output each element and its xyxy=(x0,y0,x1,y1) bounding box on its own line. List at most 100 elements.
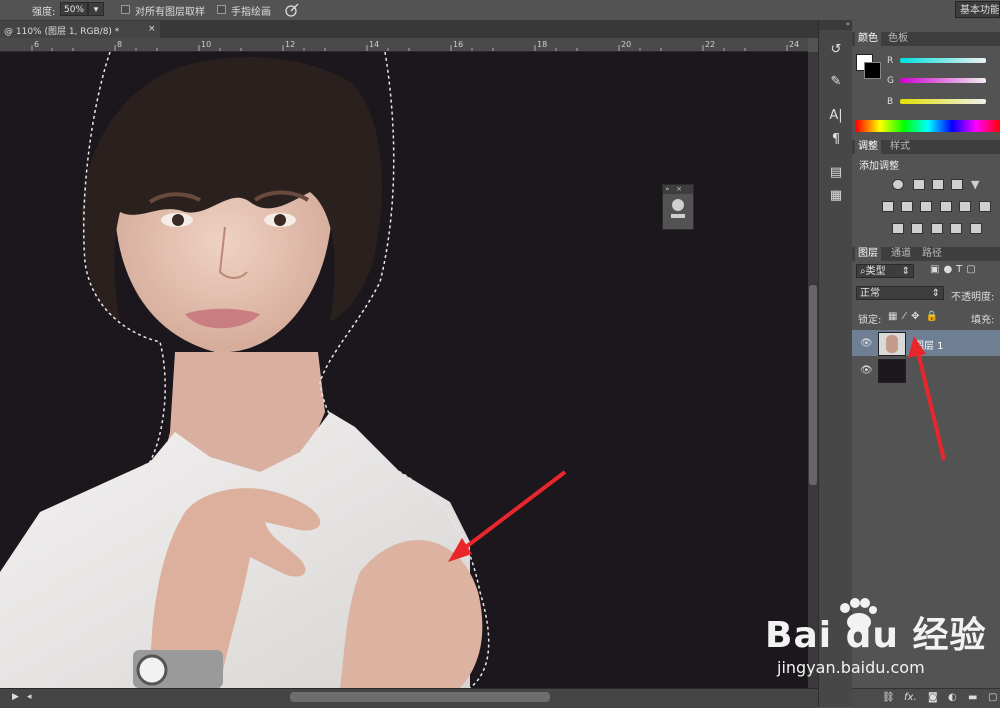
background-color-swatch[interactable] xyxy=(864,62,881,79)
watermark-url: jingyan.baidu.com xyxy=(777,658,925,677)
color-spectrum-bar[interactable] xyxy=(856,120,1000,132)
channel-r-slider[interactable] xyxy=(900,58,986,63)
strength-dropdown-button[interactable]: ▾ xyxy=(88,2,104,16)
fill-label: 填充: xyxy=(971,315,995,326)
strength-field[interactable]: 50% xyxy=(60,2,88,16)
ruler-tick-label: 12 xyxy=(285,40,296,49)
tab-channels[interactable]: 通道 xyxy=(888,247,914,261)
layer-filter-icons[interactable]: ▣●T▢ xyxy=(930,264,980,275)
new-layer-icon[interactable]: ▢ xyxy=(988,692,997,703)
layers-panel-footer: ⛓ fx. ◙ ◐ ▬ ▢ xyxy=(852,688,1000,708)
blend-mode-label: 正常 xyxy=(860,288,880,299)
adjustments-panel-tabs: 调整 样式 xyxy=(852,140,1000,154)
horizontal-scroll-thumb[interactable] xyxy=(290,692,550,702)
invert-icon[interactable] xyxy=(892,223,904,234)
document-tab-close-icon[interactable]: × xyxy=(148,24,156,34)
exposure-icon[interactable] xyxy=(951,179,963,190)
options-bar: 强度: 50% ▾ 对所有图层取样 手指绘画 基本功能 xyxy=(0,0,1000,21)
collapse-icon[interactable]: « xyxy=(819,20,853,30)
ruler-tick-label: 16 xyxy=(453,40,464,49)
tab-styles[interactable]: 样式 xyxy=(887,140,913,154)
sample-all-layers-label: 对所有图层取样 xyxy=(135,7,205,18)
finger-painting-checkbox[interactable] xyxy=(217,5,226,14)
workspace-button[interactable]: 基本功能 xyxy=(955,1,1000,18)
channel-mixer-icon[interactable] xyxy=(959,201,971,212)
color-balance-icon[interactable] xyxy=(901,201,913,212)
layer-filter-select[interactable]: ⌕类型 ⇕ xyxy=(856,264,914,278)
properties-icon[interactable]: ▤ xyxy=(826,163,846,183)
curves-icon[interactable] xyxy=(932,179,944,190)
levels-icon[interactable] xyxy=(913,179,925,190)
lock-icons[interactable]: ▦⁄✥🔒 xyxy=(888,311,944,322)
visibility-eye-icon[interactable]: 👁 xyxy=(860,338,873,349)
photo-filter-icon[interactable] xyxy=(940,201,952,212)
layers-panel-tabs: 图层 通道 路径 xyxy=(852,247,1000,261)
blend-mode-select[interactable]: 正常 ⇕ xyxy=(856,286,944,300)
color-lookup-icon[interactable] xyxy=(979,201,991,212)
notes-icon[interactable]: ▦ xyxy=(826,186,846,206)
visibility-eye-icon[interactable]: 👁 xyxy=(860,365,873,376)
tab-strip xyxy=(160,21,818,38)
hue-saturation-icon[interactable] xyxy=(882,201,894,212)
channel-b-label: B xyxy=(887,97,894,107)
layer-filter-label: 类型 xyxy=(865,266,886,277)
tool-presets-icon[interactable]: ✎ xyxy=(826,72,846,92)
tab-color[interactable]: 颜色 xyxy=(855,32,881,46)
channel-g-label: G xyxy=(887,76,894,86)
chevron-down-icon: ⇕ xyxy=(931,288,940,299)
paragraph-icon[interactable]: ¶ xyxy=(826,130,846,150)
tab-swatches[interactable]: 色板 xyxy=(885,32,911,46)
opacity-label: 不透明度: xyxy=(951,292,995,303)
ruler-tick-label: 8 xyxy=(117,40,123,49)
fx-icon[interactable]: fx. xyxy=(904,692,917,703)
selective-color-icon[interactable] xyxy=(950,223,962,234)
ruler-tick-label: 22 xyxy=(705,40,716,49)
document-canvas[interactable]: » × xyxy=(0,52,808,688)
threshold-icon[interactable] xyxy=(931,223,943,234)
vertical-scroll-thumb[interactable] xyxy=(809,285,817,485)
lock-label: 锁定: xyxy=(858,315,882,326)
tab-adjustments[interactable]: 调整 xyxy=(855,140,881,154)
channel-r-label: R xyxy=(887,56,894,66)
baidu-watermark: Bai du 经验 jingyan.baidu.com xyxy=(765,598,1000,683)
black-white-icon[interactable] xyxy=(920,201,932,212)
new-adjustment-icon[interactable]: ◐ xyxy=(948,692,957,703)
document-tab[interactable]: @ 110% (图层 1, RGB/8) * × xyxy=(0,21,161,38)
chevron-down-icon: ▾ xyxy=(93,5,99,15)
strength-label: 强度: xyxy=(32,7,56,18)
paw-logo-icon xyxy=(840,598,877,631)
ruler-tick-label: 24 xyxy=(789,40,800,49)
character-icon[interactable]: A| xyxy=(826,106,846,126)
tab-paths[interactable]: 路径 xyxy=(919,247,945,261)
scroll-left-icon[interactable]: ◂ xyxy=(27,692,32,702)
gradient-map-icon[interactable] xyxy=(970,223,982,234)
add-mask-icon[interactable]: ◙ xyxy=(928,692,938,703)
color-panel-tabs: 颜色 色板 xyxy=(852,32,1000,46)
posterize-icon[interactable] xyxy=(911,223,923,234)
vibrance-icon[interactable]: ▼ xyxy=(971,179,983,190)
finger-painting-label: 手指绘画 xyxy=(231,7,271,18)
mini-panel-header[interactable]: » × xyxy=(663,185,693,194)
document-tab-title: @ 110% (图层 1, RGB/8) * xyxy=(4,27,120,37)
ruler-tick-label: 20 xyxy=(621,40,632,49)
chevron-down-icon: ⇕ xyxy=(901,266,910,277)
brightness-icon[interactable] xyxy=(892,179,904,190)
ruler-tick-label: 18 xyxy=(537,40,548,49)
play-icon[interactable]: ▶ xyxy=(12,692,19,702)
sample-all-layers-checkbox[interactable] xyxy=(121,5,130,14)
new-group-icon[interactable]: ▬ xyxy=(968,692,977,703)
link-layers-icon[interactable]: ⛓ xyxy=(882,692,895,703)
pressure-icon[interactable] xyxy=(284,2,300,18)
ruler-tick-label: 10 xyxy=(201,40,212,49)
history-icon[interactable]: ↺ xyxy=(826,40,846,60)
horizontal-ruler: 6 8 10 12 14 16 18 20 22 24 xyxy=(0,38,808,52)
channel-b-slider[interactable] xyxy=(900,99,986,104)
channel-g-slider[interactable] xyxy=(900,78,986,83)
preset-bar-icon xyxy=(671,214,685,218)
ruler-tick-label: 14 xyxy=(369,40,380,49)
add-adjustment-title: 添加调整 xyxy=(859,161,899,172)
brush-preset-icon[interactable] xyxy=(672,199,684,211)
floating-mini-panel[interactable]: » × xyxy=(662,184,694,230)
tab-layers[interactable]: 图层 xyxy=(855,247,881,261)
ruler-tick-label: 6 xyxy=(34,40,40,49)
